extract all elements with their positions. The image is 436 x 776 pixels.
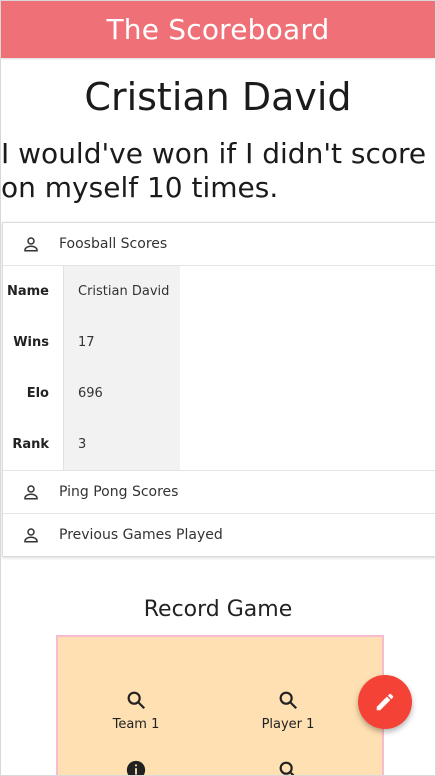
info-icon bbox=[126, 760, 146, 775]
player-name: Cristian David bbox=[84, 75, 352, 119]
stat-value-elo: 696 bbox=[78, 386, 103, 401]
player-2-search[interactable] bbox=[228, 759, 348, 775]
stat-value-name: Cristian David bbox=[78, 284, 170, 299]
app-frame: The Scoreboard Cristian David I would've… bbox=[0, 0, 436, 776]
person-icon bbox=[21, 234, 41, 254]
record-game-title: Record Game bbox=[143, 597, 293, 622]
edit-fab-button[interactable] bbox=[358, 675, 412, 729]
app-bar: The Scoreboard bbox=[1, 1, 435, 58]
player-quote: I would've won if I didn't score on myse… bbox=[1, 137, 427, 204]
section-foosball-scores[interactable]: Foosball Scores bbox=[3, 223, 435, 266]
stat-value-rank: 3 bbox=[78, 437, 87, 452]
stat-key-elo: Elo bbox=[26, 386, 49, 401]
team-1-search[interactable]: Team 1 bbox=[76, 689, 196, 732]
section-ping-pong-scores[interactable]: Ping Pong Scores bbox=[3, 471, 435, 514]
search-icon bbox=[279, 761, 295, 775]
scores-accordion: Foosball Scores Name Wins Elo Rank Crist… bbox=[2, 222, 435, 557]
foosball-stats: Name Wins Elo Rank Cristian David 17 696… bbox=[3, 266, 435, 471]
search-icon bbox=[279, 691, 298, 710]
player-1-label: Player 1 bbox=[261, 717, 315, 732]
info-button[interactable] bbox=[76, 759, 196, 775]
section-label: Foosball Scores bbox=[59, 236, 168, 252]
section-label: Ping Pong Scores bbox=[59, 484, 179, 500]
pencil-icon bbox=[376, 693, 394, 711]
section-previous-games[interactable]: Previous Games Played bbox=[3, 514, 435, 556]
record-game-panel: Team 1 Player 1 bbox=[56, 635, 384, 775]
stat-key-name: Name bbox=[6, 284, 49, 299]
team-1-label: Team 1 bbox=[112, 717, 160, 732]
stat-key-rank: Rank bbox=[12, 437, 49, 452]
person-icon bbox=[21, 525, 41, 545]
stat-key-wins: Wins bbox=[13, 335, 49, 350]
player-1-search[interactable]: Player 1 bbox=[228, 689, 348, 732]
person-icon bbox=[21, 482, 41, 502]
stat-value-wins: 17 bbox=[78, 335, 95, 350]
section-label: Previous Games Played bbox=[59, 527, 223, 543]
search-icon bbox=[127, 691, 146, 710]
app-title: The Scoreboard bbox=[106, 13, 330, 46]
